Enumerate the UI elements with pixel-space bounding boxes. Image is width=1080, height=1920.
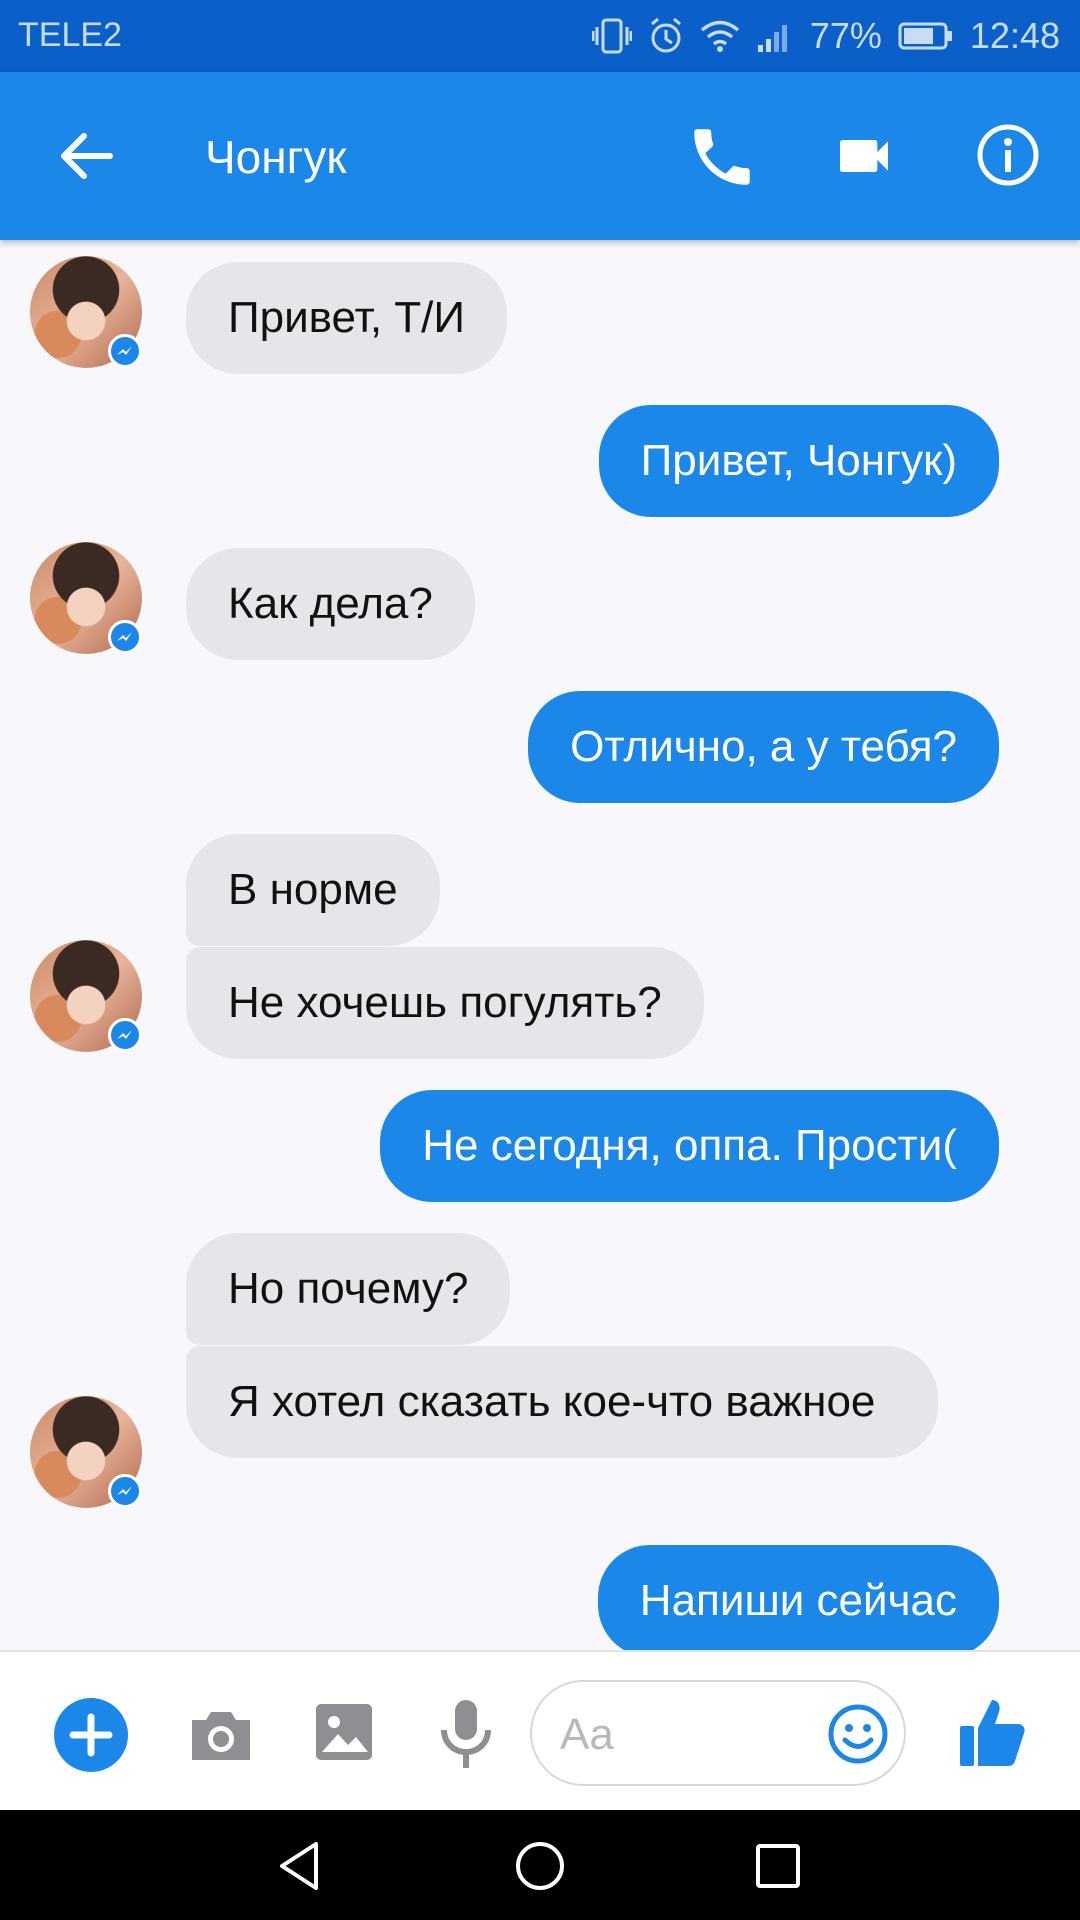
message-bubble[interactable]: Не сегодня, оппа. Прости( xyxy=(380,1090,999,1202)
message-composer xyxy=(0,1650,1080,1812)
status-icons: 77% 12:48 xyxy=(591,12,1060,60)
contact-name[interactable]: Чонгук xyxy=(205,130,347,184)
message-bubble[interactable]: Привет, Чонгук) xyxy=(598,405,999,517)
thumbs-up-icon xyxy=(960,1700,1025,1766)
plus-icon xyxy=(69,1713,113,1757)
camera-icon xyxy=(192,1712,250,1760)
more-actions-button[interactable] xyxy=(54,1698,128,1772)
video-camera-icon xyxy=(840,140,888,172)
nav-back-icon xyxy=(280,1842,318,1890)
contact-avatar[interactable] xyxy=(30,1396,142,1508)
messenger-badge-icon xyxy=(108,620,142,654)
nav-recents-icon xyxy=(756,1844,800,1888)
back-button[interactable] xyxy=(54,124,118,188)
conversation-header: Чонгук xyxy=(0,72,1080,240)
contact-avatar[interactable] xyxy=(30,940,142,1052)
emoji-button[interactable] xyxy=(826,1702,890,1766)
gallery-button[interactable] xyxy=(312,1700,376,1764)
message-bubble[interactable]: Но почему? xyxy=(186,1233,511,1345)
message-bubble[interactable]: В норме xyxy=(186,834,440,946)
message-input[interactable] xyxy=(558,1704,802,1766)
battery-icon xyxy=(898,20,954,52)
message-bubble[interactable]: Я хотел сказать кое-что важное xyxy=(186,1346,938,1458)
message-bubble[interactable]: Как дела? xyxy=(186,548,475,660)
nav-home-button[interactable] xyxy=(512,1838,568,1894)
vibrate-icon xyxy=(591,17,632,55)
carrier-label: TELE2 xyxy=(18,16,122,54)
message-field[interactable] xyxy=(530,1680,906,1786)
emoji-icon xyxy=(828,1704,888,1764)
message-bubble[interactable]: Привет, Т/И xyxy=(186,262,508,374)
nav-back-button[interactable] xyxy=(272,1838,328,1894)
status-bar: TELE2 77% 12:48 xyxy=(0,0,1080,72)
phone-icon xyxy=(694,129,750,185)
info-icon xyxy=(977,124,1039,186)
message-bubble[interactable]: Напиши сейчас xyxy=(597,1545,999,1657)
signal-icon xyxy=(756,19,794,53)
nav-recents-button[interactable] xyxy=(752,1840,804,1892)
nav-home-icon xyxy=(516,1842,564,1890)
voice-message-button[interactable] xyxy=(436,1696,496,1772)
info-button[interactable] xyxy=(975,122,1041,188)
messenger-badge-icon xyxy=(108,334,142,368)
messenger-badge-icon xyxy=(108,1474,142,1508)
contact-avatar[interactable] xyxy=(30,542,142,654)
gallery-icon xyxy=(316,1704,372,1760)
messenger-badge-icon xyxy=(108,1018,142,1052)
message-bubble[interactable]: Отлично, а у тебя? xyxy=(528,691,999,803)
message-bubble[interactable]: Не хочешь погулять? xyxy=(186,947,704,1059)
alarm-icon xyxy=(648,17,684,55)
camera-button[interactable] xyxy=(186,1700,256,1770)
microphone-icon xyxy=(441,1700,491,1768)
voice-call-button[interactable] xyxy=(685,120,759,194)
wifi-icon xyxy=(700,19,740,53)
system-nav-bar xyxy=(0,1810,1080,1920)
back-arrow-icon xyxy=(61,133,113,179)
clock-time: 12:48 xyxy=(969,15,1060,56)
battery-percent: 77% xyxy=(809,15,882,56)
contact-avatar[interactable] xyxy=(30,256,142,368)
like-button[interactable] xyxy=(958,1694,1028,1770)
video-call-button[interactable] xyxy=(832,124,896,188)
